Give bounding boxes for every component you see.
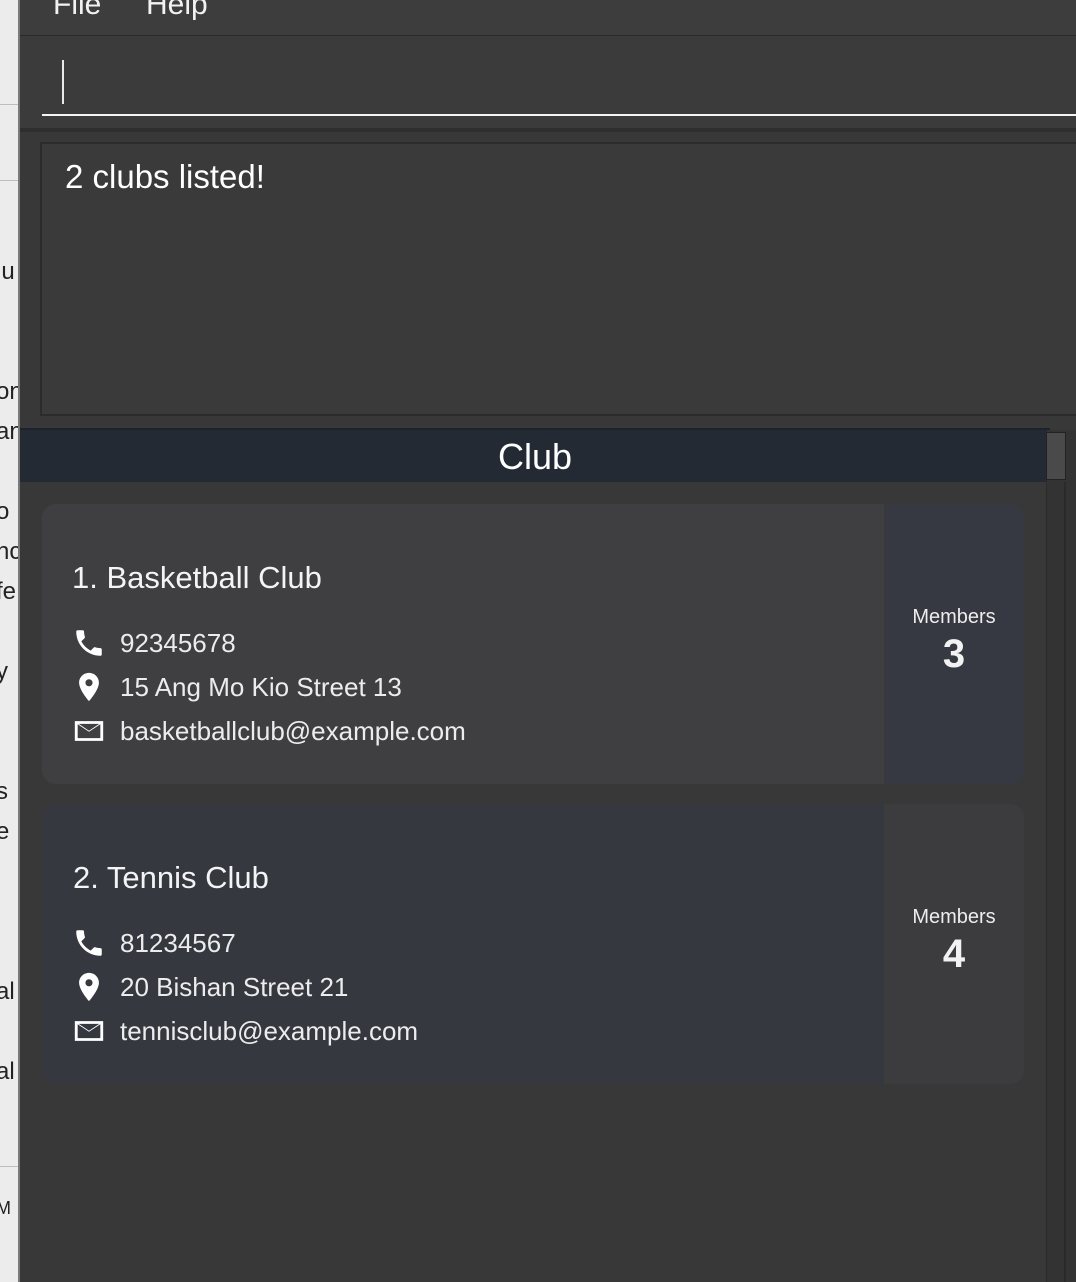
result-message: 2 clubs listed! (65, 158, 265, 195)
bg-text-fragment: an (0, 418, 20, 445)
bg-text-fragment: y (0, 658, 8, 685)
bg-text-fragment: s (0, 778, 8, 805)
bg-divider (0, 1166, 20, 1167)
club-card[interactable]: 1. Basketball Club 92345678 15 Ang Mo Ki… (42, 504, 1024, 784)
members-count: 3 (942, 632, 966, 676)
result-display[interactable]: 2 clubs listed! (40, 142, 1076, 416)
club-address: 15 Ang Mo Kio Street 13 (120, 672, 402, 702)
club-list-title: Club (497, 436, 573, 477)
club-list-header: Club (20, 428, 1050, 482)
bg-text-fragment: lu (0, 258, 15, 285)
bg-text-fragment: o (0, 498, 10, 525)
club-name: 2. Tennis Club (73, 860, 269, 895)
bg-text-fragment: fe (0, 578, 17, 605)
phone-icon (76, 630, 102, 656)
bg-divider (0, 180, 20, 181)
club-phone: 92345678 (120, 628, 236, 658)
envelope-icon (74, 721, 104, 741)
text-caret (62, 60, 64, 104)
phone-icon (76, 930, 102, 956)
menu-bar: File Help (20, 0, 1076, 36)
bg-text-fragment: on (0, 378, 20, 405)
club-address: 20 Bishan Street 21 (120, 972, 349, 1002)
menu-file[interactable]: File (53, 0, 101, 22)
bg-text-fragment: e (0, 818, 10, 845)
command-box (20, 36, 1076, 128)
bg-divider (0, 104, 20, 105)
scrollbar-divider (1064, 482, 1066, 1282)
background-window: lu on an o nc fe y s e al al M (0, 0, 20, 1282)
command-input[interactable] (42, 56, 1076, 116)
club-name: 1. Basketball Club (72, 560, 322, 595)
club-list[interactable]: 1. Basketball Club 92345678 15 Ang Mo Ki… (20, 484, 1046, 1282)
members-panel: Members 3 (884, 504, 1024, 784)
menu-help[interactable]: Help (146, 0, 208, 22)
bg-text-fragment: M (0, 1198, 11, 1218)
bg-text-fragment: al (0, 1058, 15, 1085)
bg-text-fragment: nc (0, 538, 20, 565)
app-window: File Help 2 clubs listed! Club 1. Basket… (20, 0, 1076, 1282)
club-card[interactable]: 2. Tennis Club 81234567 20 Bishan Street… (42, 804, 1024, 1084)
section-divider (20, 128, 1076, 132)
scrollbar-track[interactable] (1046, 430, 1076, 1282)
bg-text-fragment: al (0, 978, 15, 1005)
club-phone: 81234567 (120, 928, 236, 958)
envelope-icon (74, 1021, 104, 1041)
location-pin-icon (79, 972, 99, 1002)
members-count: 4 (942, 932, 966, 976)
members-label: Members (912, 906, 996, 928)
members-panel: Members 4 (884, 804, 1024, 1084)
club-email: basketballclub@example.com (120, 716, 466, 746)
members-label: Members (912, 606, 996, 628)
location-pin-icon (79, 672, 99, 702)
club-email: tennisclub@example.com (120, 1016, 419, 1046)
scrollbar-thumb[interactable] (1046, 432, 1066, 480)
